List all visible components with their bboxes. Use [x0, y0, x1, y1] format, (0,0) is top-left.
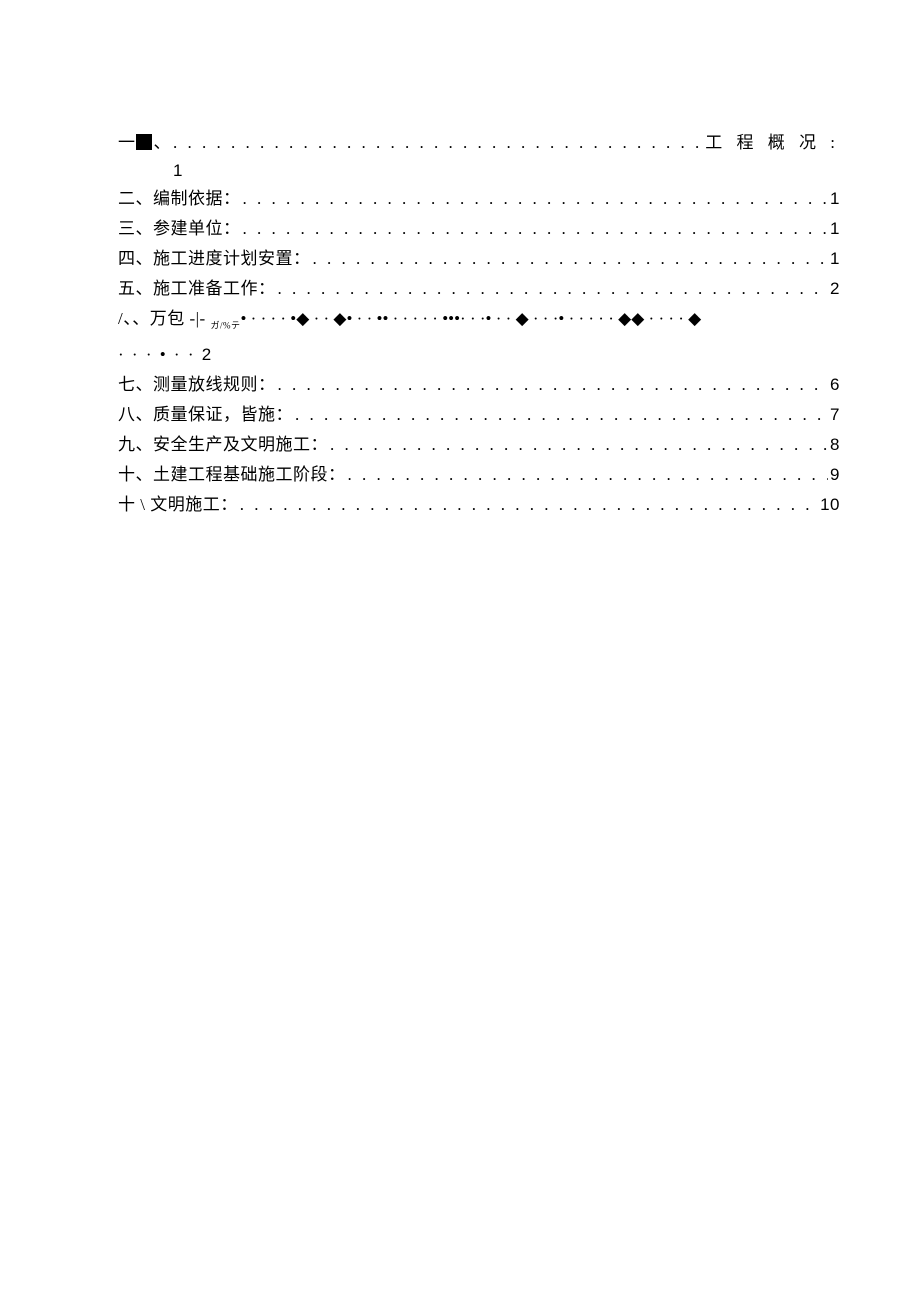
toc-page: 2 — [830, 274, 840, 304]
toc-label: 五、施工准备工作： — [118, 274, 276, 304]
toc-entry-11: 十 \ 文明施工： 10 — [118, 490, 840, 520]
toc-label: 二、编制依据： — [118, 184, 241, 214]
toc-dots — [278, 274, 829, 304]
toc-label: 十、土建工程基础施工阶段： — [118, 460, 346, 490]
toc-entry-5: 五、施工准备工作： 2 — [118, 274, 840, 304]
toc-dots — [313, 244, 829, 274]
toc-dots — [348, 460, 829, 490]
toc-dots — [295, 400, 828, 430]
black-square-icon — [136, 134, 152, 150]
toc-page: 7 — [830, 400, 840, 430]
toc-entry-1-page: 1 — [118, 158, 840, 184]
toc-entry-1: 一、 工 程 概 况 : 1 — [118, 128, 840, 184]
toc-entry-1-prefix: 一、 — [118, 128, 171, 158]
toc-entry-7: 七、测量放线规则： 6 — [118, 370, 840, 400]
toc-entry-6-line2: · · · • · · 2 — [118, 340, 840, 370]
toc-label: 三、参建单位： — [118, 214, 241, 244]
toc-dots — [240, 490, 818, 520]
toc-entry-4: 四、施工进度计划安置： 1 — [118, 244, 840, 274]
toc-entry-1-suffix: 工 程 概 况 : — [705, 128, 840, 158]
toc-entry-6: /、、万包 -|- ガ/%テ • · · · · •◆ · · ◆• · · •… — [118, 304, 840, 370]
toc-page: 6 — [830, 370, 840, 400]
toc-page: 1 — [830, 214, 840, 244]
toc-label: 四、施工进度计划安置： — [118, 244, 311, 274]
toc-entry-9: 九、安全生产及文明施工： 8 — [118, 430, 840, 460]
toc-entry-2: 二、编制依据： 1 — [118, 184, 840, 214]
toc-page: 10 — [820, 490, 840, 520]
toc-label: 八、质量保证，皆施： — [118, 400, 293, 430]
toc-dots — [278, 370, 829, 400]
toc-label: 九、安全生产及文明施工： — [118, 430, 328, 460]
toc-page: 1 — [830, 184, 840, 214]
toc-dots — [243, 184, 829, 214]
toc-dots — [330, 430, 828, 460]
toc-dots — [173, 128, 703, 158]
toc-entry-8: 八、质量保证，皆施： 7 — [118, 400, 840, 430]
toc-page: 1 — [830, 244, 840, 274]
toc-label: /、、万包 -|- ガ/%テ — [118, 304, 240, 340]
toc-label: 七、测量放线规则： — [118, 370, 276, 400]
toc-garbled-dots: • · · · · •◆ · · ◆• · · •• · · · · · •••… — [240, 304, 840, 334]
toc-dots — [243, 214, 829, 244]
toc-entry-3: 三、参建单位： 1 — [118, 214, 840, 244]
toc-page: 9 — [830, 460, 840, 490]
document-page: 一、 工 程 概 况 : 1 二、编制依据： 1 三、参建单位： 1 四、施工进… — [0, 0, 920, 520]
toc-entry-10: 十、土建工程基础施工阶段： 9 — [118, 460, 840, 490]
toc-label: 十 \ 文明施工： — [118, 490, 238, 520]
toc-page: 8 — [830, 430, 840, 460]
